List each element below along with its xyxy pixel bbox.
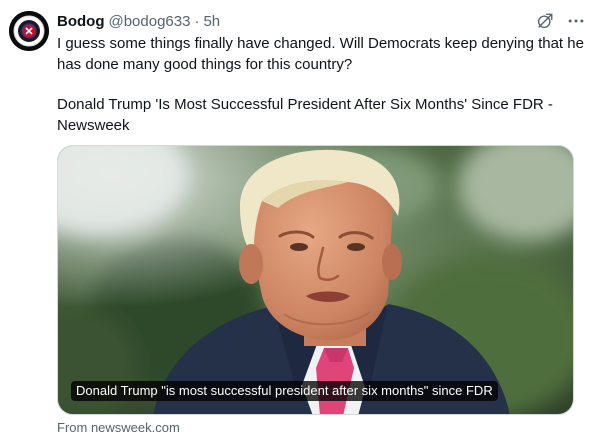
card-title: Donald Trump "is most successful preside… xyxy=(71,381,498,401)
link-card[interactable]: Donald Trump "is most successful preside… xyxy=(57,145,574,415)
author-avatar[interactable] xyxy=(9,11,49,51)
more-options-icon[interactable] xyxy=(566,11,586,31)
tweet-text: I guess some things finally have changed… xyxy=(57,33,585,136)
tweet-paragraph: Donald Trump 'Is Most Successful Preside… xyxy=(57,96,553,134)
card-source-link[interactable]: From newsweek.com xyxy=(57,420,180,435)
news-photo-icon xyxy=(58,146,573,414)
tweet[interactable]: Bodog @bodog633 · 5h I guess some things… xyxy=(0,0,598,444)
author-name[interactable]: Bodog xyxy=(57,13,104,30)
bodog-logo-icon xyxy=(9,11,49,51)
card-image xyxy=(58,146,573,414)
author-handle[interactable]: @bodog633 xyxy=(108,13,190,30)
tweet-paragraph: I guess some things finally have changed… xyxy=(57,35,584,73)
separator-dot: · xyxy=(194,12,200,30)
tweet-header: Bodog @bodog633 · 5h xyxy=(57,10,586,32)
header-actions xyxy=(536,10,586,32)
grok-icon[interactable] xyxy=(536,12,554,30)
tweet-time[interactable]: 5h xyxy=(203,13,220,30)
